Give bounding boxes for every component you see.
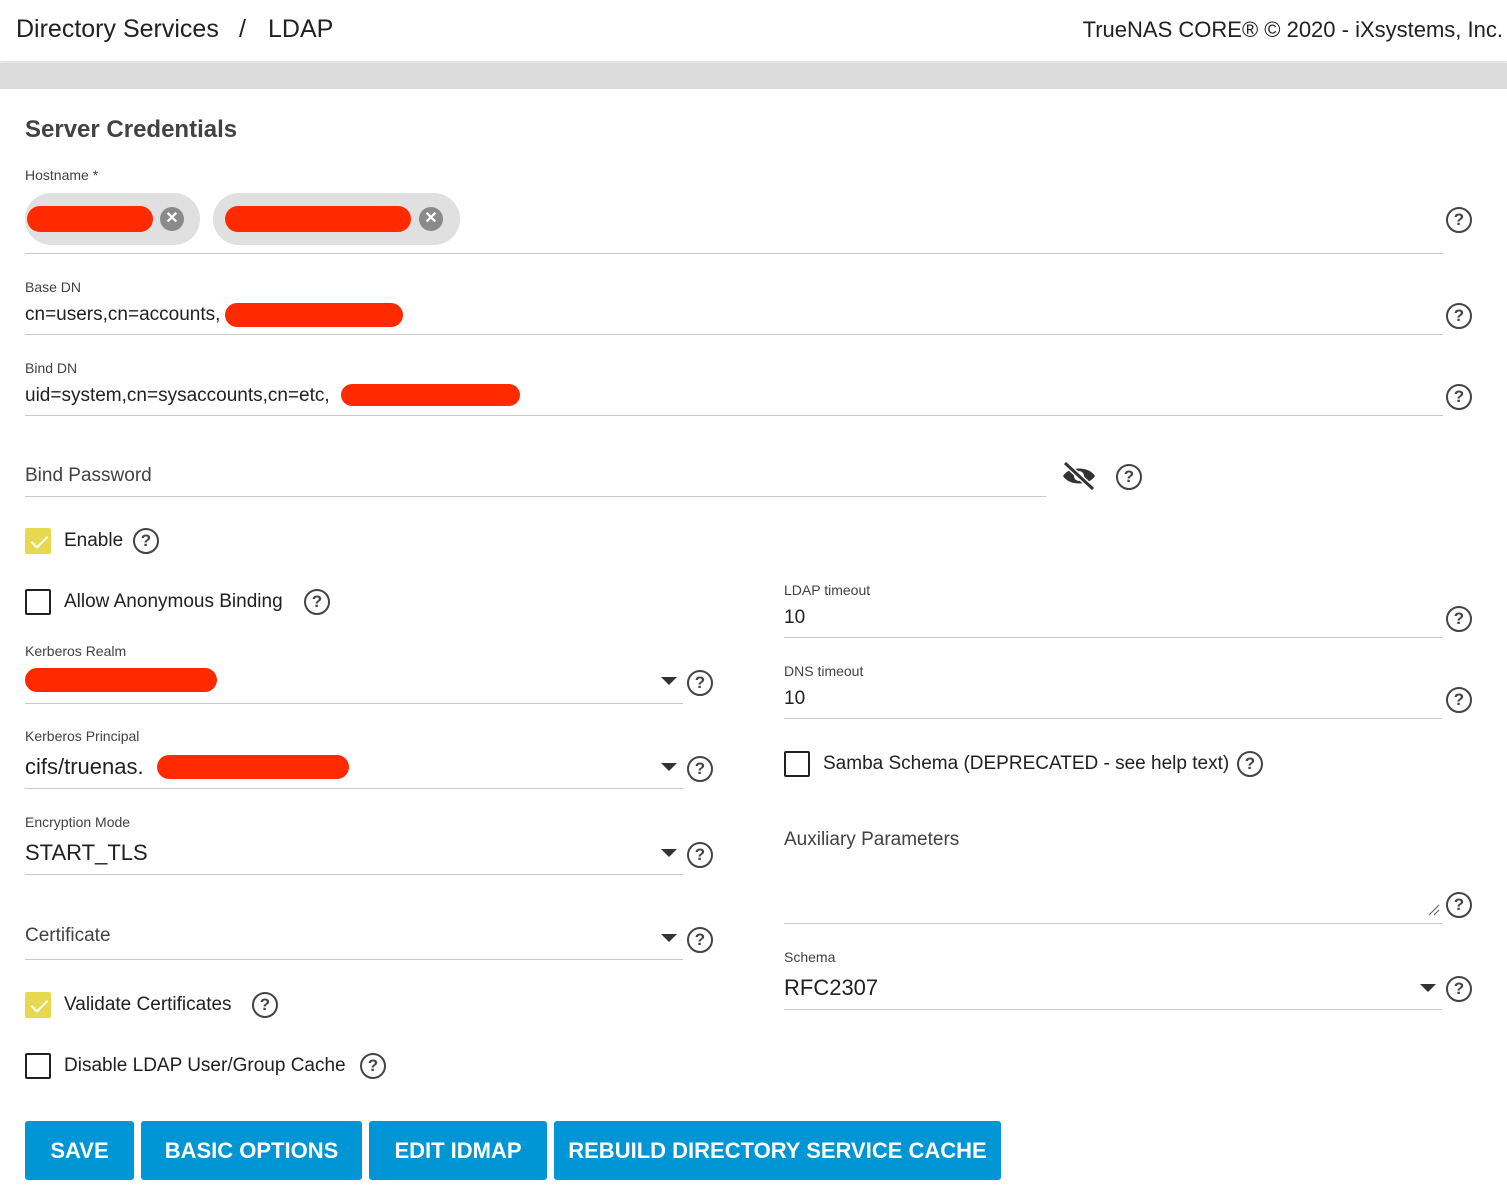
resize-handle-icon[interactable] xyxy=(1428,904,1440,916)
certificate-underline xyxy=(25,959,683,960)
allow-anonymous-label: Allow Anonymous Binding xyxy=(64,591,283,612)
schema-label: Schema xyxy=(784,949,836,965)
section-title: Server Credentials xyxy=(25,116,238,143)
help-icon[interactable]: ? xyxy=(1116,464,1142,490)
help-icon[interactable]: ? xyxy=(1446,384,1472,410)
base-dn-underline xyxy=(25,334,1443,335)
dns-timeout-label: DNS timeout xyxy=(784,663,864,679)
bind-dn-underline xyxy=(25,415,1443,416)
rebuild-cache-button[interactable]: REBUILD DIRECTORY SERVICE CACHE xyxy=(554,1121,1001,1180)
redacted-value xyxy=(157,755,349,779)
help-icon[interactable]: ? xyxy=(304,589,330,615)
redacted-value xyxy=(225,303,403,327)
dropdown-caret-icon[interactable] xyxy=(661,934,677,942)
dropdown-caret-icon[interactable] xyxy=(661,849,677,857)
redacted-value xyxy=(341,384,520,406)
schema-select[interactable]: RFC2307 xyxy=(784,975,878,1001)
kerberos-realm-select[interactable] xyxy=(25,703,683,704)
dropdown-caret-icon[interactable] xyxy=(661,763,677,771)
breadcrumb-current: LDAP xyxy=(268,15,334,43)
dns-timeout-underline xyxy=(784,718,1442,719)
dropdown-caret-icon[interactable] xyxy=(661,677,677,685)
disable-cache-checkbox[interactable] xyxy=(25,1053,51,1079)
encryption-mode-underline xyxy=(25,874,683,875)
kerberos-realm-label: Kerberos Realm xyxy=(25,643,127,659)
visibility-off-icon[interactable] xyxy=(1061,461,1097,491)
encryption-mode-label: Encryption Mode xyxy=(25,814,131,830)
edit-idmap-button[interactable]: EDIT IDMAP xyxy=(369,1121,547,1180)
help-icon[interactable]: ? xyxy=(1446,207,1472,233)
help-icon[interactable]: ? xyxy=(1446,892,1472,918)
kerberos-principal-underline xyxy=(25,788,683,789)
help-icon[interactable]: ? xyxy=(687,670,713,696)
hostname-chip: ✕ xyxy=(25,193,200,245)
disable-cache-label: Disable LDAP User/Group Cache xyxy=(64,1055,346,1076)
help-icon[interactable]: ? xyxy=(360,1053,386,1079)
dropdown-caret-icon[interactable] xyxy=(1420,984,1436,992)
ldap-timeout-label: LDAP timeout xyxy=(784,582,871,598)
enable-checkbox[interactable] xyxy=(25,528,51,554)
validate-certificates-checkbox[interactable] xyxy=(25,992,51,1018)
bind-dn-label: Bind DN xyxy=(25,360,78,376)
help-icon[interactable]: ? xyxy=(1446,976,1472,1002)
enable-label: Enable xyxy=(64,530,124,551)
ldap-timeout-input[interactable]: 10 xyxy=(784,607,805,629)
base-dn-label: Base DN xyxy=(25,279,82,295)
basic-options-button[interactable]: BASIC OPTIONS xyxy=(141,1121,362,1180)
certificate-select[interactable]: Certificate xyxy=(25,925,111,947)
hostname-label: Hostname * xyxy=(25,167,99,183)
help-icon[interactable]: ? xyxy=(687,842,713,868)
help-icon[interactable]: ? xyxy=(252,992,278,1018)
bind-password-input[interactable]: Bind Password xyxy=(25,465,152,487)
samba-schema-label: Samba Schema (DEPRECATED - see help text… xyxy=(823,753,1230,774)
bind-dn-input[interactable]: uid=system,cn=sysaccounts,cn=etc, xyxy=(25,385,330,407)
kerberos-realm-value xyxy=(25,668,217,692)
ldap-form-card xyxy=(0,89,1507,1200)
help-icon[interactable]: ? xyxy=(687,756,713,782)
dns-timeout-input[interactable]: 10 xyxy=(784,688,805,710)
chip-remove-icon[interactable]: ✕ xyxy=(419,207,443,231)
base-dn-input[interactable]: cn=users,cn=accounts, xyxy=(25,304,220,326)
copyright-text: TrueNAS CORE® © 2020 - iXsystems, Inc. xyxy=(1082,17,1503,42)
save-button[interactable]: SAVE xyxy=(25,1121,134,1180)
help-icon[interactable]: ? xyxy=(1446,687,1472,713)
help-icon[interactable]: ? xyxy=(1446,606,1472,632)
samba-schema-checkbox[interactable] xyxy=(784,751,810,777)
kerberos-principal-label: Kerberos Principal xyxy=(25,728,140,744)
bind-password-underline xyxy=(25,496,1046,497)
allow-anonymous-checkbox[interactable] xyxy=(25,589,51,615)
top-bar: Directory Services / LDAP TrueNAS CORE® … xyxy=(0,0,1507,62)
help-icon[interactable]: ? xyxy=(1237,751,1263,777)
breadcrumb-parent[interactable]: Directory Services xyxy=(16,15,219,44)
schema-underline xyxy=(784,1009,1442,1010)
redacted-hostname xyxy=(225,206,411,232)
help-icon[interactable]: ? xyxy=(133,528,159,554)
help-icon[interactable]: ? xyxy=(1446,303,1472,329)
redacted-hostname xyxy=(27,206,153,232)
chip-remove-icon[interactable]: ✕ xyxy=(160,207,184,231)
hostname-input[interactable] xyxy=(25,253,1443,254)
breadcrumb-separator: / xyxy=(239,15,246,43)
page-background-band xyxy=(0,63,1507,89)
help-icon[interactable]: ? xyxy=(687,927,713,953)
auxiliary-parameters-underline xyxy=(784,923,1442,924)
encryption-mode-select[interactable]: START_TLS xyxy=(25,840,148,866)
hostname-chip: ✕ xyxy=(213,193,460,245)
ldap-timeout-underline xyxy=(784,637,1442,638)
kerberos-principal-select[interactable]: cifs/truenas. xyxy=(25,754,144,780)
validate-certificates-label: Validate Certificates xyxy=(64,994,232,1015)
auxiliary-parameters-textarea[interactable]: Auxiliary Parameters xyxy=(784,829,959,851)
